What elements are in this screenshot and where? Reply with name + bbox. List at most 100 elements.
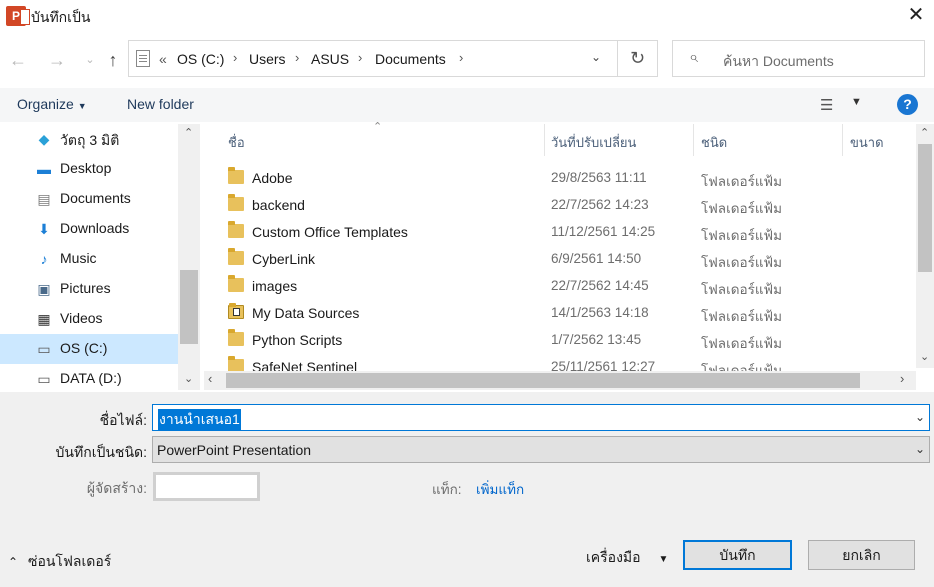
file-name: CyberLink [252, 251, 316, 267]
breadcrumb-item[interactable]: Documents [375, 51, 446, 67]
forward-button[interactable]: → [43, 46, 71, 74]
tools-button[interactable]: เครื่องมือ ▼ [586, 547, 668, 569]
arrow-up-icon: ↑ [108, 50, 118, 70]
file-type: โฟลเดอร์แฟ้ม [701, 255, 782, 270]
refresh-button[interactable]: ↻ [618, 40, 658, 77]
save-as-type-label: บันทึกเป็นชนิด: [55, 444, 147, 460]
scroll-left-icon[interactable]: ‹ [208, 371, 212, 386]
organize-button[interactable]: Organize ▼ [17, 96, 87, 112]
breadcrumb-item[interactable]: Users [249, 51, 286, 67]
scroll-right-icon[interactable]: › [900, 371, 904, 386]
search-icon: ⌕ [689, 49, 698, 66]
file-list-row[interactable]: Adobe 29/8/2563 11:11 โฟลเดอร์แฟ้ม [214, 165, 914, 192]
tools-label: เครื่องมือ [586, 549, 641, 565]
breadcrumb-item[interactable]: OS (C:) [177, 51, 224, 67]
folder-icon [228, 194, 244, 211]
new-folder-button[interactable]: New folder [127, 96, 194, 112]
scroll-up-icon[interactable]: ⌃ [184, 126, 193, 139]
folder-icon [228, 167, 244, 184]
file-name: SafeNet Sentinel [252, 359, 358, 371]
breadcrumb-overflow[interactable]: « [159, 51, 167, 67]
folder-icon [228, 329, 244, 346]
column-date-modified[interactable]: วันที่ปรับเปลี่ยน [551, 132, 636, 153]
view-options-icon[interactable]: ☰ [820, 96, 833, 114]
scroll-down-icon[interactable]: ⌄ [184, 372, 193, 385]
file-name: Adobe [252, 170, 293, 186]
hide-folders-button[interactable]: ⌃ ซ่อนโฟลเดอร์ [8, 551, 111, 573]
vertical-scroll-thumb[interactable] [918, 144, 932, 272]
file-list-row[interactable]: CyberLink 6/9/2561 14:50 โฟลเดอร์แฟ้ม [214, 246, 914, 273]
search-input[interactable]: ⌕ ค้นหา Documents [672, 40, 925, 77]
tags-label: แท็ก: [432, 482, 462, 497]
nav-item-label: วัตถุ 3 มิติ [60, 132, 120, 148]
organize-label: Organize [17, 96, 74, 112]
file-name: Python Scripts [252, 332, 343, 348]
data-sources-folder-icon [228, 303, 244, 319]
up-button[interactable]: ↑ [99, 46, 127, 74]
column-divider[interactable] [544, 124, 545, 156]
hide-folders-label: ซ่อนโฟลเดอร์ [27, 553, 112, 569]
folder-icon [228, 275, 244, 292]
drive-icon: ▭ [37, 371, 51, 387]
column-type[interactable]: ชนิด [701, 132, 727, 153]
cancel-button[interactable]: ยกเลิก [808, 540, 915, 570]
folder-icon [228, 221, 244, 238]
3d-objects-icon: ◆ [38, 131, 50, 147]
arrow-left-icon: ← [9, 50, 27, 70]
breadcrumb-item[interactable]: ASUS [311, 51, 349, 67]
column-divider[interactable] [842, 124, 843, 156]
chevron-down-icon[interactable]: ⌄ [915, 410, 925, 424]
file-date-modified: 25/11/2561 12:27 [551, 359, 656, 371]
address-bar[interactable]: « OS (C:) › Users › ASUS › Documents › ⌄ [128, 40, 618, 77]
powerpoint-icon: P [6, 6, 30, 26]
authors-label: ผู้จัดสร้าง: [86, 480, 147, 496]
file-list-row[interactable]: images 22/7/2562 14:45 โฟลเดอร์แฟ้ม [214, 273, 914, 300]
horizontal-scroll-thumb[interactable] [226, 373, 860, 388]
filename-label: ชื่อไฟล์: [99, 412, 147, 428]
add-tag-link[interactable]: เพิ่มแท็ก [476, 478, 524, 500]
file-list-row[interactable]: Python Scripts 1/7/2562 13:45 โฟลเดอร์แฟ้ม [214, 327, 914, 354]
file-date-modified: 22/7/2562 14:45 [551, 278, 649, 293]
file-type: โฟลเดอร์แฟ้ม [701, 228, 782, 243]
column-divider[interactable] [693, 124, 694, 156]
column-name[interactable]: ชื่อ [228, 132, 245, 153]
chevron-right-icon[interactable]: › [295, 50, 299, 65]
back-button[interactable]: ← [4, 46, 32, 74]
nav-item-label: DATA (D:) [60, 370, 122, 386]
nav-item[interactable]: ◆ วัตถุ 3 มิติ [0, 124, 178, 154]
scroll-up-icon[interactable]: ⌃ [920, 126, 929, 139]
scroll-down-icon[interactable]: ⌄ [920, 350, 929, 363]
file-list-row[interactable]: backend 22/7/2562 14:23 โฟลเดอร์แฟ้ม [214, 192, 914, 219]
chevron-right-icon[interactable]: › [459, 50, 463, 65]
file-name: backend [252, 197, 305, 213]
save-as-type-select[interactable]: PowerPoint Presentation ⌄ [152, 436, 930, 463]
chevron-down-icon: ⌄ [85, 54, 95, 66]
authors-input[interactable] [153, 472, 260, 501]
file-type: โฟลเดอร์แฟ้ม [701, 336, 782, 351]
chevron-right-icon[interactable]: › [233, 50, 237, 65]
help-button[interactable]: ? [897, 94, 918, 115]
column-size[interactable]: ขนาด [850, 132, 884, 153]
caret-down-icon[interactable]: ▼ [851, 96, 862, 108]
folder-icon [228, 356, 244, 371]
save-as-type-value: PowerPoint Presentation [157, 442, 312, 458]
file-list-row[interactable]: Custom Office Templates 11/12/2561 14:25 โ… [214, 219, 914, 246]
save-button[interactable]: บันทึก [683, 540, 792, 570]
chevron-right-icon[interactable]: › [358, 50, 362, 65]
file-list-row[interactable]: SafeNet Sentinel 25/11/2561 12:27 โฟลเดอร์… [214, 354, 914, 371]
filename-value: งานนำเสนอ1 [158, 409, 241, 431]
window-title: บันทึกเป็น [31, 9, 91, 25]
file-list-row[interactable]: My Data Sources 14/1/2563 14:18 โฟลเดอร์แฟ… [214, 300, 914, 327]
file-name: images [252, 278, 298, 294]
address-history-chevron-icon[interactable]: ⌄ [591, 50, 601, 64]
title-bar [0, 0, 934, 32]
file-type: โฟลเดอร์แฟ้ม [701, 174, 782, 189]
file-date-modified: 11/12/2561 14:25 [551, 224, 656, 239]
close-button[interactable]: ✕ [898, 0, 934, 32]
command-bar: Organize ▼ New folder ☰ ▼ [0, 88, 934, 122]
arrow-right-icon: → [48, 50, 66, 70]
file-type: โฟลเดอร์แฟ้ม [701, 363, 782, 371]
file-type: โฟลเดอร์แฟ้ม [701, 282, 782, 297]
chevron-up-icon: ⌃ [8, 555, 19, 569]
filename-input[interactable]: งานนำเสนอ1 ⌄ [152, 404, 930, 431]
